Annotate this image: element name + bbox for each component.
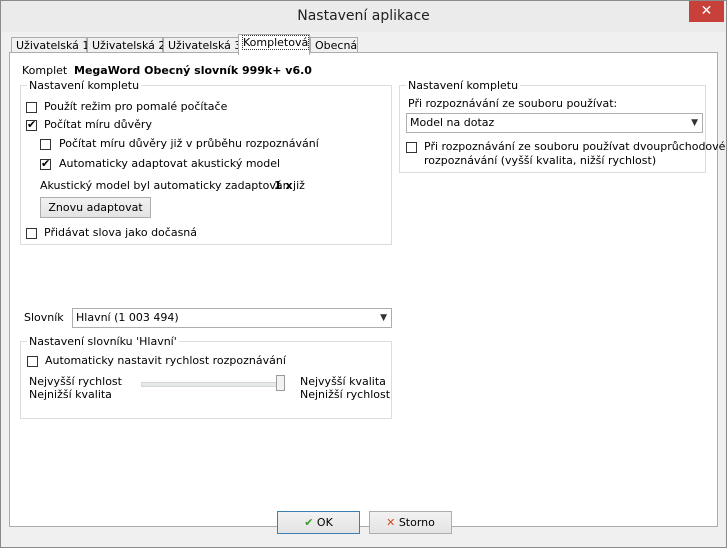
file-model-value: Model na dotaz [410,116,495,129]
two-pass-checkbox[interactable] [406,142,417,153]
dictionary-label: Slovník [24,311,64,324]
ok-label: OK [316,516,333,529]
dictionary-value: Hlavní (1 003 494) [76,311,179,324]
slider-left-line2: Nejnižší kvalita [29,388,112,401]
tab-uzivatelska-3[interactable]: Uživatelská 3 [163,37,242,53]
temp-words-label: Přidávat slova jako dočasná [44,226,198,239]
title-bar: Nastavení aplikace ✕ [1,1,726,32]
close-icon: ✕ [700,3,713,19]
dictionary-settings-group: Nastavení slovníku 'Hlavní' Automaticky … [20,335,392,419]
tab-kompletova[interactable]: Kompletová [238,34,310,55]
dialog-body: Uživatelská 1 Uživatelská 2 Uživatelská … [8,32,725,540]
group-title: Nastavení kompletu [27,79,142,92]
confidence-checkbox[interactable] [26,118,37,131]
auto-speed-label: Automaticky nastavit rychlost rozpoznává… [45,354,286,367]
chevron-down-icon: ▼ [380,313,387,323]
komplet-settings-group: Nastavení kompletu Použít režim pro poma… [20,79,392,245]
window-title: Nastavení aplikace [297,8,430,24]
temp-words-checkbox[interactable] [26,228,37,239]
cancel-button[interactable]: ✕ Storno [369,511,452,534]
confidence-label: Počítat míru důvěry [44,118,152,131]
dialog-window: Nastavení aplikace ✕ Uživatelská 1 Uživa… [0,0,727,548]
slider-right-line2: Nejnižší rychlost [300,388,391,401]
chevron-down-icon: ▼ [691,118,698,128]
tab-panel-kompletova: Komplet MegaWord Obecný slovník 999k+ v6… [9,52,725,527]
tab-uzivatelska-2[interactable]: Uživatelská 2 [87,37,166,53]
komplet-value: MegaWord Obecný slovník 999k+ v6.0 [74,64,312,77]
dictionary-select[interactable]: Hlavní (1 003 494) ▼ [72,308,392,328]
slow-pc-checkbox[interactable] [26,102,37,113]
speed-quality-slider-thumb[interactable] [276,375,285,391]
tab-label: Kompletová [241,35,310,50]
speed-quality-slider-track[interactable] [141,382,283,387]
close-button[interactable]: ✕ [689,1,724,22]
confidence-during-label: Počítat míru důvěry již v průběhu rozpoz… [59,137,319,150]
slider-left-line1: Nejvyšší rychlost [29,375,122,388]
slider-right-line1: Nejvyšší kvalita [300,375,386,388]
ok-button[interactable]: ✔ OK [277,511,360,534]
cancel-label: Storno [398,516,435,529]
two-pass-label-line1: Při rozpoznávání ze souboru používat dvo… [424,140,726,153]
tab-obecna[interactable]: Obecná [310,37,358,53]
group-title: Nastavení slovníku 'Hlavní' [27,335,179,348]
adapted-text: Akustický model byl automaticky zadaptov… [40,179,305,192]
komplet-settings-group-right: Nastavení kompletu Při rozpoznávání ze s… [399,79,725,173]
file-usage-label: Při rozpoznávání ze souboru používat: [408,97,618,110]
readapt-button[interactable]: Znovu adaptovat [40,197,151,218]
tab-label: Uživatelská 1 [16,39,90,52]
checkmark-icon: ✔ [304,516,314,529]
tab-label: Obecná [315,39,358,52]
auto-adapt-label: Automaticky adaptovat akustický model [59,157,281,170]
komplet-label: Komplet [22,64,68,77]
adapted-count: 1 x [274,179,293,192]
auto-adapt-checkbox[interactable] [40,157,51,170]
file-model-select[interactable]: Model na dotaz ▼ [406,113,703,133]
tab-label: Uživatelská 2 [92,39,166,52]
auto-speed-checkbox[interactable] [27,356,38,367]
cancel-x-icon: ✕ [386,516,396,529]
confidence-during-checkbox[interactable] [40,139,51,150]
group-title: Nastavení kompletu [406,79,521,92]
slow-pc-label: Použít režim pro pomalé počítače [44,100,228,113]
tab-uzivatelska-1[interactable]: Uživatelská 1 [11,37,90,53]
tab-label: Uživatelská 3 [168,39,242,52]
two-pass-label-line2: rozpoznávání (vyšší kvalita, nižší rychl… [424,154,657,167]
